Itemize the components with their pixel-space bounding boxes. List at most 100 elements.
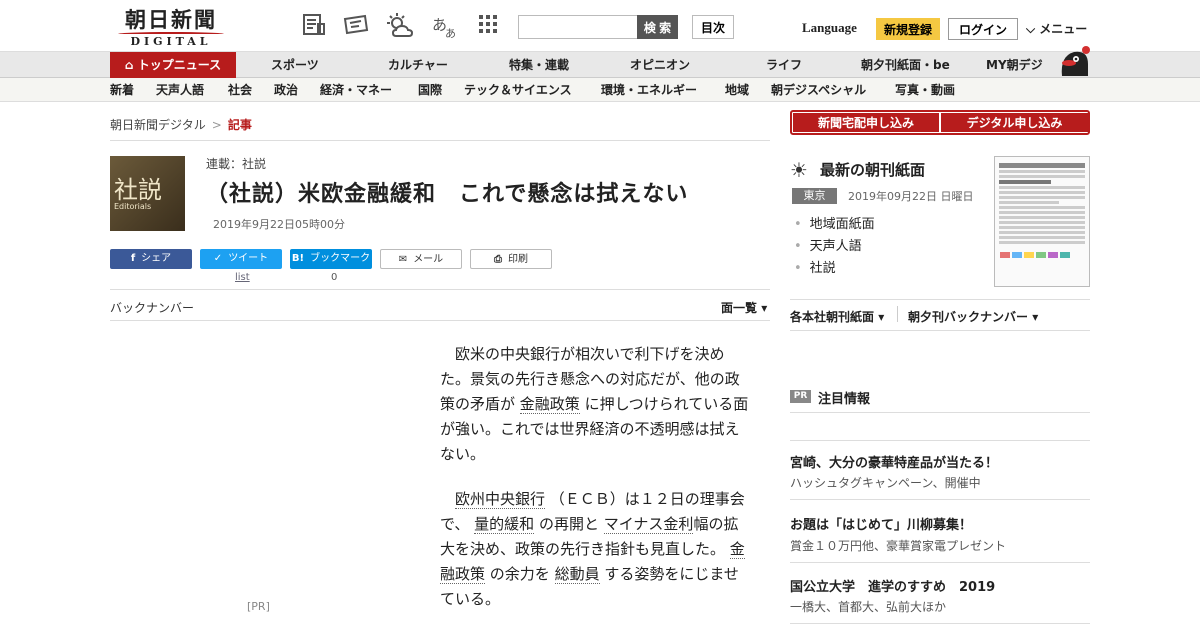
subnav-tech-science[interactable]: テック＆サイエンス — [464, 78, 572, 102]
thumb-ad — [1060, 252, 1070, 258]
ad-subtitle-3: 一橋大、首都大、弘前大ほか — [790, 600, 947, 614]
series-label[interactable]: 連載：社説 — [206, 155, 266, 172]
article-body-2: 欧州中央銀行 （ＥＣＢ）は１２日の理事会で、 量的緩和 の再開と マイナス金利幅… — [440, 487, 750, 612]
subnav-special[interactable]: 朝デジスペシャル — [771, 78, 866, 102]
site-logo[interactable]: 朝日新聞 DIGITAL — [112, 8, 230, 48]
nav-culture[interactable]: カルチャー — [388, 52, 448, 78]
nav-top-news[interactable]: ⌂ トップニュース — [110, 52, 236, 78]
page-list-label: 面一覧 — [721, 301, 758, 315]
paper-date: 2019年09月22日 日曜日 — [848, 190, 974, 203]
subnav-society[interactable]: 社会 — [228, 78, 252, 102]
back-numbers-dropdown[interactable]: 朝夕刊バックナンバー ▾ — [908, 308, 1038, 325]
subscribe-paper-button[interactable]: 新聞宅配申し込み — [793, 113, 939, 132]
nav-sports[interactable]: スポーツ — [271, 52, 319, 78]
weather-icon[interactable] — [386, 12, 414, 40]
sidebar-link-label: 社説 — [809, 261, 836, 276]
twitter-list-link[interactable]: list — [235, 272, 250, 283]
attention-heading: 注目情報 — [818, 392, 871, 407]
toc-button[interactable]: 目次 — [692, 15, 734, 39]
article-date: 2019年9月22日05時00分 — [213, 218, 345, 231]
news-list-icon[interactable] — [300, 12, 328, 40]
chevron-down-icon: ⌵ — [1026, 22, 1040, 36]
subnav-tensei-jingo[interactable]: 天声人語 — [156, 78, 204, 102]
breadcrumb-home[interactable]: 朝日新聞デジタル — [110, 118, 206, 132]
back-numbers-link[interactable]: バックナンバー — [110, 299, 194, 316]
paper-link-label: 各本社朝刊紙面 — [790, 310, 875, 324]
sidebar-link-regional[interactable]: • 地域面紙面 — [794, 213, 875, 232]
ticket-icon[interactable] — [342, 12, 370, 40]
glossary-term-link[interactable]: 金融政策 — [519, 395, 580, 414]
search-input[interactable] — [518, 15, 638, 39]
nav-paper[interactable]: 朝夕刊紙面・be — [861, 52, 950, 78]
subnav-photo-video[interactable]: 写真・動画 — [895, 78, 955, 102]
login-button[interactable]: ログイン — [948, 18, 1018, 40]
facebook-share-button[interactable]: f シェア — [110, 249, 192, 269]
subnav-environment[interactable]: 環境・エネルギー — [601, 78, 697, 102]
ad-title-3[interactable]: 国公立大学 進学のすすめ 2019 — [790, 576, 995, 595]
thumb-line — [999, 170, 1085, 173]
nav-my-asahi[interactable]: MY朝デジ — [986, 52, 1043, 78]
page-list-dropdown[interactable]: 面一覧 ▾ — [721, 299, 767, 316]
newspaper-thumbnail[interactable] — [994, 156, 1090, 287]
ad-title-2[interactable]: お題は「はじめて」川柳募集！ — [790, 514, 972, 533]
mail-label: メール — [413, 254, 444, 265]
thumb-line — [999, 175, 1085, 178]
sidebar-link-editorial[interactable]: • 社説 — [794, 257, 836, 276]
kanban-subtitle: Editorials — [114, 202, 152, 211]
print-button[interactable]: ⎙ 印刷 — [470, 249, 552, 269]
thumb-line — [999, 231, 1085, 234]
register-button[interactable]: 新規登録 — [876, 18, 940, 40]
glossary-term-link[interactable]: 量的緩和 — [474, 515, 535, 534]
latest-paper-title: 最新の朝刊紙面 — [820, 161, 926, 179]
thumb-line — [999, 201, 1060, 204]
subnav-international[interactable]: 国際 — [418, 78, 442, 102]
ad-title-1[interactable]: 宮崎、大分の豪華特産品が当たる！ — [790, 452, 998, 471]
subnav-economy[interactable]: 経済・マネー — [320, 78, 392, 102]
article-paragraph: 欧米の中央銀行が相次いで利下げを決めた。景気の先行き懸念への対応だが、他の政策の… — [440, 342, 750, 467]
caret-down-icon: ▾ — [878, 310, 885, 324]
home-icon: ⌂ — [124, 58, 138, 72]
grid-menu-icon-svg — [479, 15, 497, 33]
hatena-label: ブックマーク — [310, 253, 371, 264]
sidebar-link-label: 地域面紙面 — [809, 217, 875, 232]
mascot-icon[interactable] — [1056, 44, 1092, 78]
subnav-region[interactable]: 地域 — [725, 78, 749, 102]
pr-badge: PR — [790, 390, 811, 403]
subnav-latest[interactable]: 新着 — [110, 78, 134, 102]
glossary-term-link[interactable]: マイナス金利 — [603, 515, 694, 534]
nav-life[interactable]: ライフ — [766, 52, 802, 78]
divider — [897, 306, 898, 322]
search-button[interactable]: 検 索 — [637, 15, 678, 39]
divider — [790, 299, 1090, 300]
sidebar-link-tensei-jingo[interactable]: • 天声人語 — [794, 235, 862, 254]
language-link[interactable]: Language — [802, 20, 857, 36]
hatena-bookmark-button[interactable]: B! ブックマーク — [290, 249, 372, 269]
thumb-ad — [1024, 252, 1034, 258]
twitter-icon: ✓ — [213, 253, 223, 264]
kanban-title: 社説 — [114, 176, 162, 204]
menu-toggle[interactable]: ⌵ メニュー — [1026, 20, 1087, 37]
font-size-icon[interactable]: ああ — [430, 12, 458, 40]
site-header: 朝日新聞 DIGITAL ああ 検 索 目次 Language 新規登録 ログイ… — [0, 0, 1200, 52]
thumb-line — [999, 216, 1085, 219]
thumb-ad — [1036, 252, 1046, 258]
article-title: （社説）米欧金融緩和 これで懸念は拭えない — [206, 182, 689, 207]
thumb-ad — [1000, 252, 1010, 258]
thumb-line — [999, 241, 1085, 244]
facebook-share-label: シェア — [141, 253, 172, 264]
ad-subtitle-2: 賞金１０万円他、豪華賞家電プレゼント — [790, 539, 1007, 553]
subnav-politics[interactable]: 政治 — [274, 78, 298, 102]
nav-opinion[interactable]: オピニオン — [630, 52, 690, 78]
grid-menu-icon[interactable] — [474, 12, 502, 40]
divider — [110, 320, 770, 321]
ticket-icon-svg — [343, 14, 369, 35]
glossary-term-link[interactable]: 総動員 — [554, 565, 600, 584]
regional-papers-dropdown[interactable]: 各本社朝刊紙面 ▾ — [790, 308, 884, 325]
thumb-line — [999, 226, 1085, 229]
nav-features[interactable]: 特集・連載 — [509, 52, 569, 78]
svg-text:あ: あ — [445, 27, 456, 40]
mail-button[interactable]: ✉ メール — [380, 249, 462, 269]
subscribe-digital-button[interactable]: デジタル申し込み — [941, 113, 1088, 132]
glossary-term-link[interactable]: 欧州中央銀行 — [455, 490, 546, 509]
twitter-share-button[interactable]: ✓ ツイート — [200, 249, 282, 269]
